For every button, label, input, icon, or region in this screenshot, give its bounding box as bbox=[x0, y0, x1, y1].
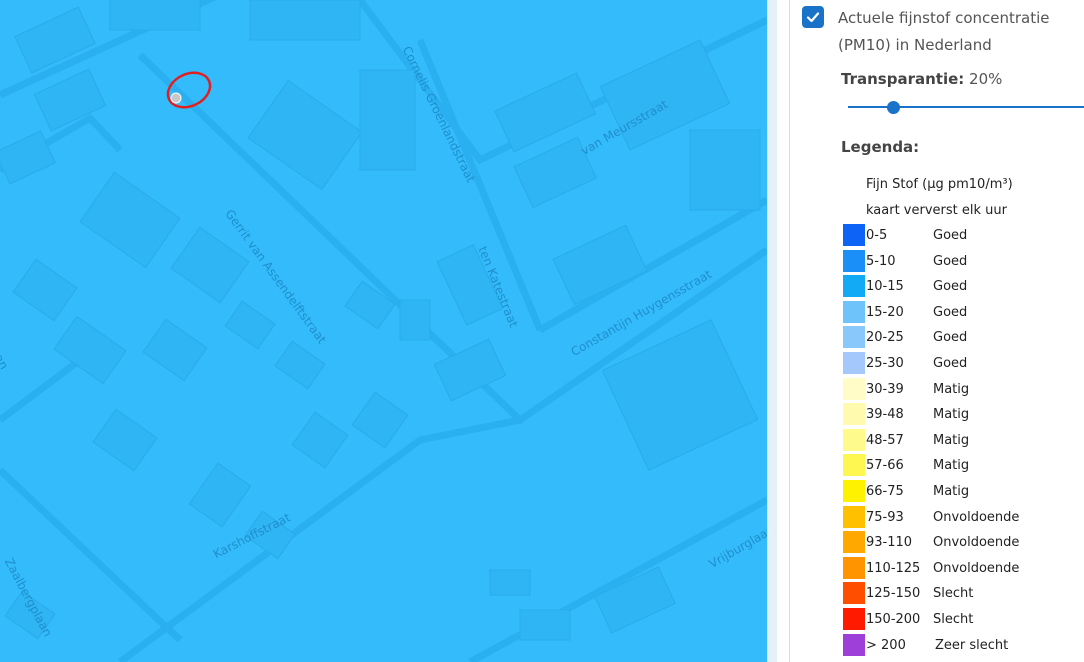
legend-range: 15-20 bbox=[866, 304, 904, 320]
legend-swatch bbox=[843, 275, 865, 298]
legend-class: Onvoldoende bbox=[933, 560, 1020, 576]
location-marker bbox=[166, 71, 212, 109]
legend-class: Slecht bbox=[933, 586, 974, 602]
legend-swatch bbox=[843, 480, 865, 502]
legend-range: 25-30 bbox=[866, 356, 904, 371]
legend-class: Goed bbox=[933, 330, 968, 346]
legend-class: Goed bbox=[933, 279, 968, 295]
legend-range: 75-93 bbox=[866, 509, 904, 525]
legend-range: 57-66 bbox=[866, 458, 904, 474]
legend-range: 39-48 bbox=[866, 407, 904, 423]
legend-swatch bbox=[843, 582, 865, 605]
legend-class: Zeer slecht bbox=[935, 637, 1009, 653]
legend-item: > 200 Zeer slecht bbox=[843, 633, 1083, 656]
legend-swatch bbox=[843, 300, 865, 323]
legend-range: 0-5 bbox=[866, 228, 888, 243]
legend-title: Legenda: bbox=[841, 138, 920, 156]
legend-item: 15-20 Goed bbox=[843, 300, 1083, 323]
legend-item: 66-75 Matig bbox=[843, 480, 1083, 502]
legend-item: 39-48 Matig bbox=[843, 403, 1083, 426]
legend-item: 75-93 Onvoldoende bbox=[843, 505, 1083, 528]
legend-item: 125-150 Slecht bbox=[843, 582, 1083, 605]
legend-swatch bbox=[843, 403, 865, 426]
transparency-slider-handle[interactable] bbox=[887, 101, 900, 114]
legend-item: 25-30 Goed bbox=[843, 352, 1083, 374]
legend-item: 93-110 Onvoldoende bbox=[843, 531, 1083, 554]
legend-class: Matig bbox=[933, 458, 970, 474]
legend-range: 150-200 bbox=[866, 612, 921, 627]
map-view[interactable]: Cornelis Groenlandstraat van Meursstraat… bbox=[0, 0, 767, 662]
legend-swatch bbox=[843, 505, 865, 528]
legend-refresh-note: kaart ververst elk uur bbox=[866, 203, 1007, 218]
legend-swatch bbox=[843, 224, 865, 246]
legend-item: 20-25 Goed bbox=[843, 326, 1083, 349]
legend-swatch bbox=[843, 454, 865, 477]
legend-class: Onvoldoende bbox=[933, 535, 1020, 551]
legend-swatch bbox=[843, 608, 865, 630]
legend-item: 5-10 Goed bbox=[843, 249, 1083, 272]
legend-item: 0-5 Goed bbox=[843, 224, 1083, 246]
legend-swatch bbox=[843, 326, 865, 349]
legend-class: Matig bbox=[933, 407, 970, 423]
legend-range: 5-10 bbox=[866, 253, 896, 269]
check-icon bbox=[806, 12, 820, 23]
legend-class: Goed bbox=[933, 356, 968, 371]
layer-title[interactable]: Actuele fijnstof concentratie (PM10) in … bbox=[838, 5, 1068, 59]
transparency-row: Transparantie: 20% bbox=[841, 70, 1002, 88]
layer-panel: Actuele fijnstof concentratie (PM10) in … bbox=[790, 0, 1084, 662]
legend-class: Goed bbox=[933, 304, 968, 320]
legend-range: 125-150 bbox=[866, 586, 921, 602]
panel-divider[interactable] bbox=[767, 0, 777, 662]
legend-range: 10-15 bbox=[866, 279, 904, 295]
legend-range: 93-110 bbox=[866, 535, 913, 551]
legend-class: Slecht bbox=[933, 612, 974, 627]
transparency-value: 20% bbox=[969, 70, 1003, 88]
legend-item: 57-66 Matig bbox=[843, 454, 1083, 477]
layer-checkbox[interactable] bbox=[802, 6, 824, 28]
legend-range: 20-25 bbox=[866, 330, 904, 346]
legend-unit: Fijn Stof (µg pm10/m³) bbox=[866, 177, 1013, 192]
legend-class: Matig bbox=[933, 381, 970, 397]
transparency-slider[interactable] bbox=[848, 106, 1084, 108]
legend-class: Matig bbox=[933, 484, 970, 499]
legend-range: 48-57 bbox=[866, 432, 904, 448]
legend-item: 48-57 Matig bbox=[843, 428, 1083, 451]
legend-class: Goed bbox=[933, 228, 968, 243]
legend-class: Onvoldoende bbox=[933, 509, 1020, 525]
legend-item: 110-125 Onvoldoende bbox=[843, 556, 1083, 579]
transparency-label: Transparantie: bbox=[841, 70, 965, 88]
legend-item: 150-200 Slecht bbox=[843, 608, 1083, 630]
legend-range: 110-125 bbox=[866, 560, 921, 576]
legend-swatch bbox=[843, 633, 865, 656]
legend-range: > 200 bbox=[866, 637, 906, 653]
map-tiles bbox=[0, 0, 767, 662]
panel-gutter bbox=[777, 0, 790, 662]
legend-swatch bbox=[843, 531, 865, 554]
legend-item: 30-39 Matig bbox=[843, 377, 1083, 400]
legend-swatch bbox=[843, 428, 865, 451]
legend-swatch bbox=[843, 352, 865, 374]
legend-class: Goed bbox=[933, 253, 968, 269]
legend-swatch bbox=[843, 249, 865, 272]
legend-swatch bbox=[843, 556, 865, 579]
legend-item: 10-15 Goed bbox=[843, 275, 1083, 298]
legend-range: 66-75 bbox=[866, 484, 904, 499]
legend-swatch bbox=[843, 377, 865, 400]
legend-class: Matig bbox=[933, 432, 970, 448]
legend-range: 30-39 bbox=[866, 381, 904, 397]
